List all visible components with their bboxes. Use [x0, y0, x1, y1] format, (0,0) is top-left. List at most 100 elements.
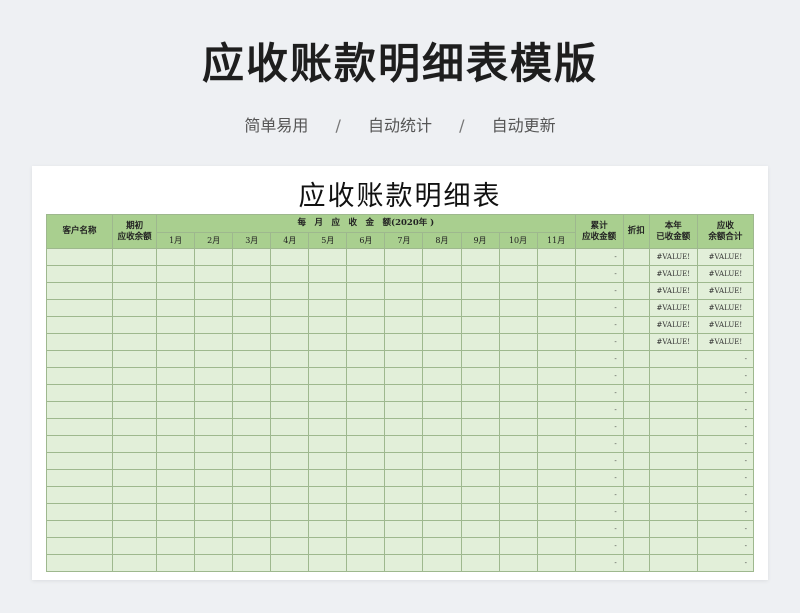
cell-balance-total[interactable]: -: [696, 486, 755, 504]
cell-cumulative[interactable]: -: [574, 248, 624, 266]
cell-discount[interactable]: [622, 520, 650, 538]
cell-customer-name[interactable]: [45, 299, 114, 317]
cell-year-received[interactable]: [648, 384, 698, 402]
cell-month-amount[interactable]: [498, 401, 538, 419]
cell-month-amount[interactable]: [194, 316, 234, 334]
cell-month-amount[interactable]: [498, 520, 538, 538]
cell-month-amount[interactable]: [270, 554, 310, 572]
cell-cumulative[interactable]: -: [574, 537, 624, 555]
cell-balance-total[interactable]: -: [696, 503, 755, 521]
cell-year-received[interactable]: [648, 486, 698, 504]
cell-cumulative[interactable]: -: [574, 520, 624, 538]
cell-month-amount[interactable]: [460, 265, 500, 283]
cell-month-amount[interactable]: [270, 401, 310, 419]
cell-year-received[interactable]: [648, 367, 698, 385]
cell-month-amount[interactable]: [384, 248, 424, 266]
cell-month-amount[interactable]: [270, 367, 310, 385]
cell-opening-balance[interactable]: [112, 452, 158, 470]
cell-month-amount[interactable]: [156, 248, 196, 266]
cell-month-amount[interactable]: [460, 435, 500, 453]
cell-month-amount[interactable]: [308, 248, 348, 266]
cell-month-amount[interactable]: [346, 248, 386, 266]
cell-month-amount[interactable]: [308, 554, 348, 572]
cell-month-amount[interactable]: [156, 452, 196, 470]
cell-month-amount[interactable]: [498, 350, 538, 368]
cell-month-amount[interactable]: [384, 316, 424, 334]
cell-discount[interactable]: [622, 248, 650, 266]
cell-month-amount[interactable]: [536, 367, 576, 385]
cell-customer-name[interactable]: [45, 350, 114, 368]
cell-month-amount[interactable]: [422, 282, 462, 300]
cell-discount[interactable]: [622, 316, 650, 334]
cell-month-amount[interactable]: [384, 401, 424, 419]
cell-month-amount[interactable]: [498, 367, 538, 385]
cell-month-amount[interactable]: [422, 554, 462, 572]
cell-month-amount[interactable]: [308, 520, 348, 538]
cell-opening-balance[interactable]: [112, 537, 158, 555]
cell-month-amount[interactable]: [536, 537, 576, 555]
cell-month-amount[interactable]: [232, 486, 272, 504]
cell-month-amount[interactable]: [156, 554, 196, 572]
cell-month-amount[interactable]: [156, 367, 196, 385]
cell-month-amount[interactable]: [346, 537, 386, 555]
cell-month-amount[interactable]: [270, 537, 310, 555]
cell-month-amount[interactable]: [536, 384, 576, 402]
cell-month-amount[interactable]: [346, 520, 386, 538]
cell-month-amount[interactable]: [194, 401, 234, 419]
cell-month-amount[interactable]: [346, 265, 386, 283]
cell-year-received[interactable]: #VALUE!: [648, 333, 698, 351]
cell-discount[interactable]: [622, 350, 650, 368]
cell-month-amount[interactable]: [194, 503, 234, 521]
cell-discount[interactable]: [622, 486, 650, 504]
cell-month-amount[interactable]: [460, 469, 500, 487]
cell-month-amount[interactable]: [308, 469, 348, 487]
cell-customer-name[interactable]: [45, 418, 114, 436]
cell-month-amount[interactable]: [384, 520, 424, 538]
cell-opening-balance[interactable]: [112, 435, 158, 453]
cell-month-amount[interactable]: [232, 503, 272, 521]
cell-cumulative[interactable]: -: [574, 435, 624, 453]
cell-customer-name[interactable]: [45, 282, 114, 300]
cell-cumulative[interactable]: -: [574, 384, 624, 402]
cell-month-amount[interactable]: [308, 299, 348, 317]
cell-balance-total[interactable]: -: [696, 452, 755, 470]
cell-balance-total[interactable]: #VALUE!: [696, 265, 755, 283]
cell-month-amount[interactable]: [498, 554, 538, 572]
cell-month-amount[interactable]: [346, 350, 386, 368]
cell-opening-balance[interactable]: [112, 469, 158, 487]
cell-month-amount[interactable]: [156, 316, 196, 334]
cell-opening-balance[interactable]: [112, 367, 158, 385]
cell-month-amount[interactable]: [270, 503, 310, 521]
cell-month-amount[interactable]: [536, 316, 576, 334]
cell-month-amount[interactable]: [422, 248, 462, 266]
cell-month-amount[interactable]: [156, 299, 196, 317]
cell-month-amount[interactable]: [498, 248, 538, 266]
cell-month-amount[interactable]: [308, 537, 348, 555]
cell-month-amount[interactable]: [460, 282, 500, 300]
cell-month-amount[interactable]: [422, 486, 462, 504]
cell-month-amount[interactable]: [346, 299, 386, 317]
cell-month-amount[interactable]: [422, 401, 462, 419]
cell-month-amount[interactable]: [536, 333, 576, 351]
cell-month-amount[interactable]: [308, 350, 348, 368]
cell-month-amount[interactable]: [308, 418, 348, 436]
cell-month-amount[interactable]: [232, 418, 272, 436]
cell-month-amount[interactable]: [308, 452, 348, 470]
cell-discount[interactable]: [622, 537, 650, 555]
cell-month-amount[interactable]: [536, 299, 576, 317]
cell-month-amount[interactable]: [422, 316, 462, 334]
cell-month-amount[interactable]: [156, 486, 196, 504]
cell-month-amount[interactable]: [460, 401, 500, 419]
cell-month-amount[interactable]: [384, 537, 424, 555]
cell-month-amount[interactable]: [232, 248, 272, 266]
cell-opening-balance[interactable]: [112, 503, 158, 521]
cell-month-amount[interactable]: [346, 452, 386, 470]
cell-month-amount[interactable]: [194, 367, 234, 385]
cell-month-amount[interactable]: [498, 316, 538, 334]
cell-opening-balance[interactable]: [112, 486, 158, 504]
cell-month-amount[interactable]: [422, 384, 462, 402]
cell-month-amount[interactable]: [270, 435, 310, 453]
cell-month-amount[interactable]: [422, 503, 462, 521]
cell-customer-name[interactable]: [45, 367, 114, 385]
cell-month-amount[interactable]: [232, 452, 272, 470]
